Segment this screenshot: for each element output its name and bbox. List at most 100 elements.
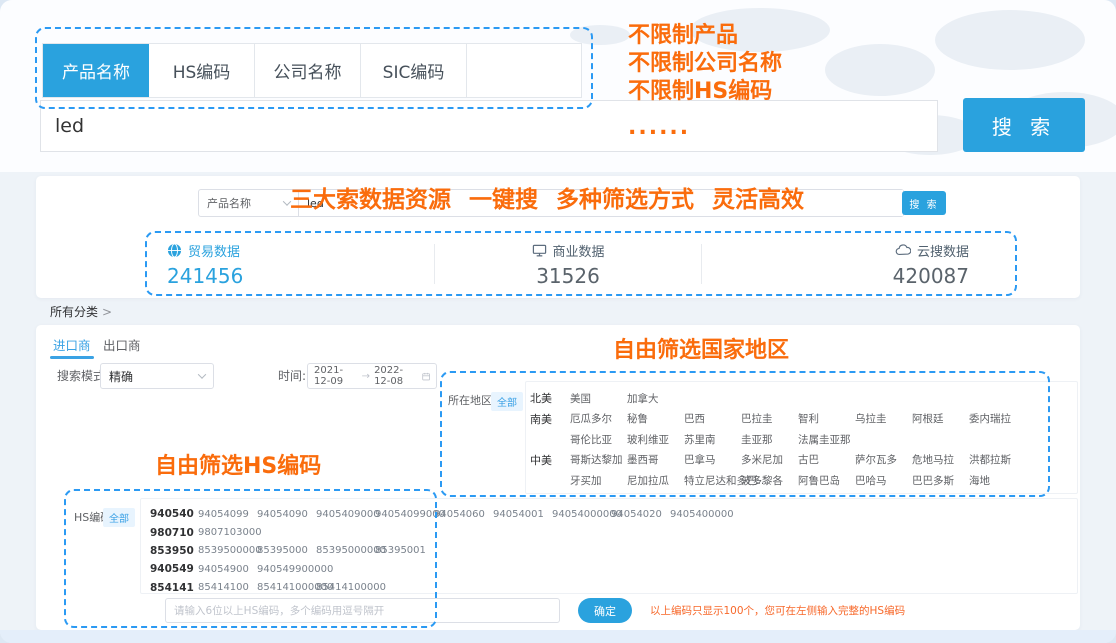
hero-search-button[interactable]: 搜 索	[963, 98, 1085, 152]
tab-product-name[interactable]: 产品名称	[43, 44, 149, 97]
hscode-input[interactable]	[165, 598, 560, 623]
hs-code-option[interactable]: 94054020	[611, 509, 670, 520]
breadcrumb-label: 所有分类	[50, 305, 98, 319]
country-option[interactable]: 阿鲁巴岛	[798, 473, 855, 488]
country-option[interactable]: 加拿大	[627, 391, 684, 406]
tab-exporters[interactable]: 出口商	[103, 335, 141, 354]
country-option[interactable]: 智利	[798, 411, 855, 426]
country-option[interactable]: 巴巴多斯	[912, 473, 969, 488]
country-option[interactable]: 古巴	[798, 452, 855, 467]
hscode-hint-text: 以上编码只显示100个，您可在左侧输入完整的HS编码	[650, 603, 905, 618]
tab-company-name[interactable]: 公司名称	[255, 44, 361, 97]
hs-parent-code[interactable]: 940540	[150, 508, 198, 520]
country-option[interactable]: 美国	[570, 391, 627, 406]
date-range-picker[interactable]: 2021-12-09 → 2022-12-08	[307, 363, 437, 389]
hs-code-option[interactable]: 9807103000	[198, 527, 257, 538]
country-option[interactable]: 厄瓜多尔	[570, 411, 627, 426]
hs-code-option[interactable]: 85395000	[257, 545, 316, 556]
breadcrumb[interactable]: 所有分类>	[50, 303, 112, 320]
hs-code-option[interactable]: 85414100	[198, 582, 257, 593]
continent-label: 中美	[530, 452, 570, 468]
stat-business-data[interactable]: 商业数据 31526	[435, 241, 702, 288]
tab-importers[interactable]: 进口商	[53, 335, 91, 354]
date-start: 2021-12-09	[314, 365, 358, 387]
date-range-arrow: →	[362, 371, 370, 382]
region-grid: 北美美国加拿大南美厄瓜多尔秘鲁巴西巴拉圭智利乌拉圭阿根廷委内瑞拉哥伦比亚玻利维亚…	[530, 388, 1026, 491]
country-option[interactable]: 海地	[969, 473, 1026, 488]
country-option[interactable]: 特立尼达和多巴..	[684, 473, 741, 488]
hs-code-option[interactable]: 9405409000	[316, 509, 375, 520]
tab-sic-code[interactable]: SIC编码	[361, 44, 467, 97]
hs-code-option[interactable]: 94054001	[493, 509, 552, 520]
hs-code-option[interactable]: 94054099000	[375, 509, 434, 520]
region-annotation: 自由筛选国家地区	[613, 332, 789, 364]
hs-code-option[interactable]: 85414100000	[316, 582, 375, 593]
hscode-annotation: 自由筛选HS编码	[155, 448, 321, 480]
country-option[interactable]: 玻利维亚	[627, 432, 684, 447]
hs-code-option[interactable]: 94054900	[198, 564, 257, 575]
stat-trade-data[interactable]: 贸易数据 241456	[145, 241, 434, 288]
country-option[interactable]: 巴哈马	[855, 473, 912, 488]
country-option[interactable]: 尼加拉瓜	[627, 473, 684, 488]
country-option[interactable]: 法属圭亚那	[798, 432, 855, 447]
hs-parent-code[interactable]: 853950	[150, 545, 198, 557]
hs-code-option[interactable]: 9405400000	[670, 509, 729, 520]
hs-code-option[interactable]: 94054099	[198, 509, 257, 520]
hscode-all-chip[interactable]: 全部	[103, 508, 135, 527]
tab-hs-code[interactable]: HS编码	[149, 44, 255, 97]
annotation-ellipsis: ......	[628, 114, 782, 142]
country-option[interactable]: 多米尼加	[741, 452, 798, 467]
stat-value: 31526	[536, 264, 600, 288]
country-option[interactable]: 巴拉圭	[741, 411, 798, 426]
hs-parent-code[interactable]: 980710	[150, 527, 198, 539]
annotation-line: 不限制HS编码	[628, 78, 782, 106]
country-option[interactable]: 阿根廷	[912, 411, 969, 426]
continent-label: 北美	[530, 390, 570, 406]
country-option[interactable]: 洪都拉斯	[969, 452, 1026, 467]
country-option[interactable]: 哥斯达黎加	[570, 452, 627, 467]
hs-parent-code[interactable]: 854141	[150, 582, 198, 594]
monitor-icon	[532, 243, 547, 258]
globe-icon	[167, 243, 182, 258]
cloud-icon	[895, 243, 911, 257]
country-option[interactable]: 巴拿马	[684, 452, 741, 467]
date-end: 2022-12-08	[374, 365, 418, 387]
annotation-line: 不限制公司名称	[628, 50, 782, 78]
hs-code-option[interactable]: 94054090	[257, 509, 316, 520]
country-option[interactable]: 萨尔瓦多	[855, 452, 912, 467]
hs-code-option[interactable]: 940549900000	[257, 564, 316, 575]
hs-code-option[interactable]: 854141000000	[257, 582, 316, 593]
active-tab-underline	[50, 356, 94, 359]
hscode-grid: 9405409405409994054090940540900094054099…	[150, 505, 729, 597]
stat-value: 420087	[893, 264, 969, 288]
country-option[interactable]: 圭亚那	[741, 432, 798, 447]
hs-code-option[interactable]: 94054060	[434, 509, 493, 520]
chevron-down-icon	[198, 370, 206, 378]
app-screen: 产品名称 HS编码 公司名称 SIC编码 搜 索 不限制产品 不限制公司名称 不…	[0, 0, 1116, 643]
hs-code-option[interactable]: 94054000000	[552, 509, 611, 520]
search-mode-select[interactable]: 精确	[100, 363, 214, 389]
hero-search-tabs: 产品名称 HS编码 公司名称 SIC编码	[42, 43, 582, 98]
hs-parent-code[interactable]: 940549	[150, 563, 198, 575]
hs-code-option[interactable]: 8539500000	[198, 545, 257, 556]
hs-code-option[interactable]: 85395001	[375, 545, 434, 556]
toolbar-search-button[interactable]: 搜 索	[902, 191, 946, 215]
hs-code-option[interactable]: 85395000000	[316, 545, 375, 556]
stat-cloud-search-data[interactable]: 云搜数据 420087	[702, 241, 1017, 288]
country-option[interactable]: 波多黎各	[741, 473, 798, 488]
country-option[interactable]: 秘鲁	[627, 411, 684, 426]
country-option[interactable]: 苏里南	[684, 432, 741, 447]
search-summary-card: 三大索数据资源 一键搜 多种筛选方式 灵活高效 产品名称 搜 索 贸易数据	[36, 176, 1080, 298]
hscode-confirm-button[interactable]: 确定	[578, 598, 632, 623]
country-option[interactable]: 委内瑞拉	[969, 411, 1026, 426]
region-all-chip[interactable]: 全部	[491, 392, 523, 411]
country-option[interactable]: 墨西哥	[627, 452, 684, 467]
hero-search-input[interactable]	[40, 100, 938, 152]
stat-value: 241456	[167, 264, 243, 288]
country-option[interactable]: 巴西	[684, 411, 741, 426]
category-select[interactable]: 产品名称	[199, 190, 299, 216]
country-option[interactable]: 危地马拉	[912, 452, 969, 467]
country-option[interactable]: 哥伦比亚	[570, 432, 627, 447]
country-option[interactable]: 乌拉圭	[855, 411, 912, 426]
country-option[interactable]: 牙买加	[570, 473, 627, 488]
